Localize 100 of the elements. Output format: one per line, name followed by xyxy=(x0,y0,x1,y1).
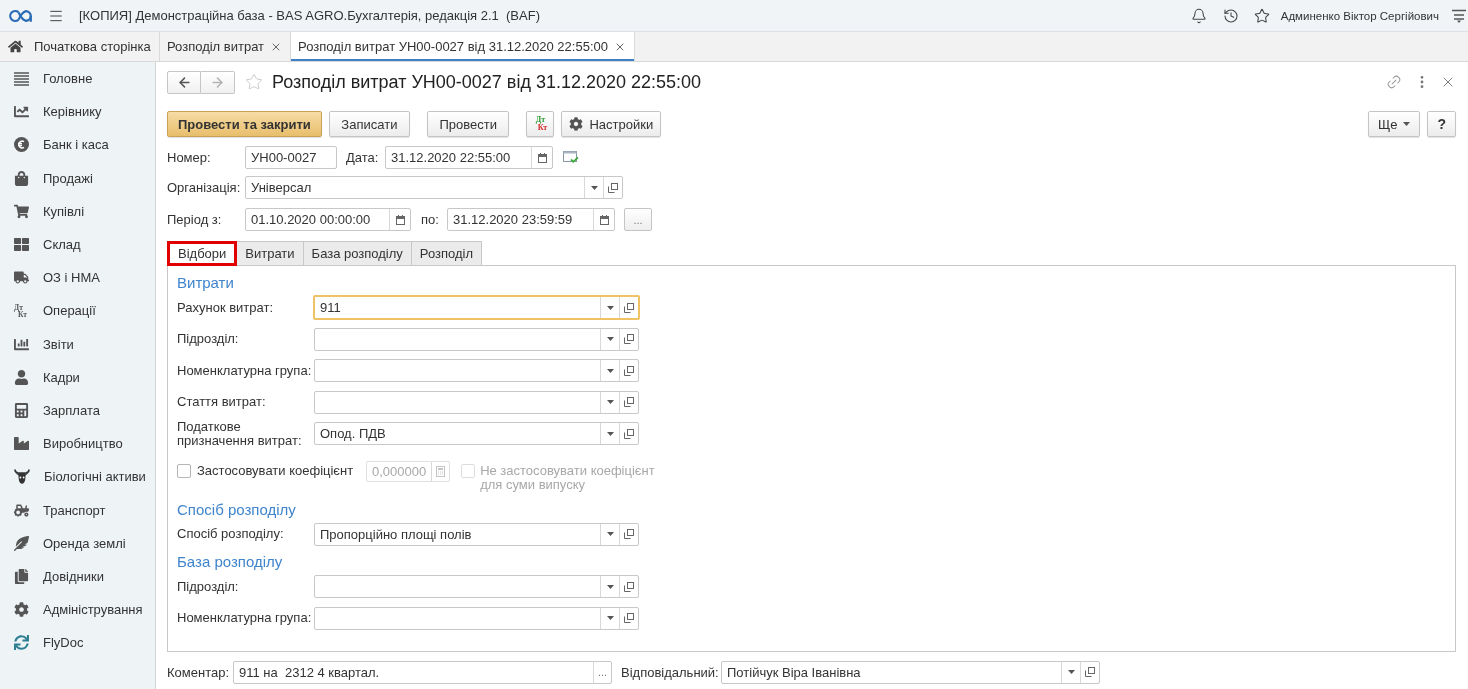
gear-icon xyxy=(14,602,29,618)
field-label: Період з: xyxy=(167,212,223,227)
document-title: Розподіл витрат УН00-0027 від 31.12.2020 22:55:00 xyxy=(272,71,702,93)
tab[interactable]: Розподіл витрат УН00-0027 від 31.12.2020 22:55:00 xyxy=(291,32,635,61)
person-icon xyxy=(14,369,29,385)
select-field[interactable] xyxy=(314,390,639,414)
sidebar-item[interactable]: ОЗ і НМА xyxy=(0,261,155,295)
overlapping-squares-icon xyxy=(624,581,634,592)
sidebar-item[interactable]: Склад xyxy=(0,227,155,262)
select-field[interactable]: Опод. ПДВ xyxy=(314,422,639,445)
user-name[interactable]: Админенко Віктор Сергійович xyxy=(1280,9,1439,22)
field-label: по: xyxy=(421,212,440,227)
ellipsis-button[interactable]: ... xyxy=(593,661,611,683)
field-label: Підрозділ: xyxy=(177,332,240,346)
caret-down-icon xyxy=(606,431,614,436)
trend-line-icon xyxy=(14,104,29,120)
form-tab[interactable]: Відбори xyxy=(167,241,238,266)
number-field: 0,000000 xyxy=(366,461,451,482)
sidebar-item[interactable]: Виробництво xyxy=(0,427,155,461)
date-field[interactable]: 31.12.2020 22:55:00 xyxy=(385,146,553,169)
toolbar-button[interactable]: Записати xyxy=(328,111,410,137)
postings-button[interactable]: Дт Кт xyxy=(526,111,555,137)
sidebar-item[interactable]: Оренда землі xyxy=(0,526,155,560)
shopping-bag-icon xyxy=(14,170,29,186)
sidebar-item[interactable]: Кадри xyxy=(0,360,155,394)
overlapping-squares-icon xyxy=(624,428,634,439)
home-icon xyxy=(8,39,23,54)
input-field[interactable]: УН00-0027 xyxy=(245,146,337,169)
factory-icon xyxy=(14,436,29,452)
cow-head-icon xyxy=(14,469,30,485)
help-button[interactable]: ? xyxy=(1427,111,1456,137)
field-label: Відповідальний: xyxy=(621,664,720,680)
sidebar-item[interactable]: Банк і каса xyxy=(0,128,155,162)
field-label: Коментар: xyxy=(167,664,231,680)
star-icon[interactable] xyxy=(1253,7,1270,24)
debit-credit-icon: Дт Кт xyxy=(533,116,548,132)
filter-icon[interactable] xyxy=(1452,8,1466,23)
sidebar-item[interactable]: Головне xyxy=(0,62,155,96)
history-icon[interactable] xyxy=(1222,7,1239,24)
date-field[interactable]: 01.10.2020 00:00:00 xyxy=(245,208,411,231)
sync-arrows-icon xyxy=(14,635,29,651)
app-title: [КОПИЯ] Демонстраційна база - BAS AGRO.Бухгалтерія, редакція 2.1 (BAF) xyxy=(79,8,540,23)
sidebar-item[interactable]: Керівнику xyxy=(0,95,155,129)
section-heading: Спосіб розподілу xyxy=(177,500,296,519)
select-field[interactable]: Пропорційно площі полів xyxy=(314,522,639,546)
overlapping-squares-icon xyxy=(1085,667,1095,677)
calculator-icon xyxy=(436,466,446,477)
more-button[interactable]: Ще xyxy=(1368,111,1421,137)
section-heading: Витрати xyxy=(177,274,234,292)
select-field[interactable] xyxy=(314,575,639,598)
section-heading: База розподілу xyxy=(177,553,283,571)
bell-icon[interactable] xyxy=(1190,7,1207,24)
overlapping-squares-icon xyxy=(624,302,634,313)
field-label: Номенклатурна група: xyxy=(177,363,313,378)
post-and-close-button[interactable]: Провести та закрити xyxy=(167,111,322,137)
caret-down-icon xyxy=(606,337,614,341)
select-field[interactable]: Потійчук Віра Іванівна xyxy=(721,660,1100,684)
caret-down-icon xyxy=(606,616,614,620)
sidebar-item[interactable]: Купівлі xyxy=(0,194,155,228)
sidebar-item[interactable]: Звіти xyxy=(0,327,155,361)
settings-button[interactable]: Настройки xyxy=(561,111,662,137)
sidebar-item[interactable]: Адміністрування xyxy=(0,593,155,627)
window-check-icon[interactable] xyxy=(563,151,579,164)
select-field[interactable] xyxy=(314,327,639,351)
form-tab[interactable]: Витрати xyxy=(237,241,304,266)
form-tab[interactable]: Розподіл xyxy=(411,241,483,266)
calendar-icon xyxy=(395,214,405,225)
comment-field[interactable]: 911 на 2312 4 квартал. ... xyxy=(233,660,612,684)
overlapping-squares-icon xyxy=(624,397,634,407)
caret-down-icon xyxy=(1403,122,1411,126)
field-label: Організація: xyxy=(167,180,242,195)
ellipsis-button[interactable]: ... xyxy=(624,208,652,231)
logo-icon[interactable] xyxy=(8,8,34,23)
overlapping-squares-icon xyxy=(608,182,618,193)
select-field[interactable]: Універсал xyxy=(245,176,623,199)
caret-down-icon xyxy=(606,368,614,373)
select-field[interactable] xyxy=(314,359,639,382)
field-label: Податкове призначення витрат: xyxy=(177,419,303,448)
sidebar-item[interactable]: Продажі xyxy=(0,161,155,195)
field-label: Номенклатурна група: xyxy=(177,611,313,625)
caret-down-icon xyxy=(590,185,598,190)
caret-down-icon xyxy=(1067,670,1075,674)
sidebar-item[interactable]: Транспорт xyxy=(0,493,155,527)
shopping-cart-icon xyxy=(14,203,29,219)
form-tab[interactable]: База розподілу xyxy=(303,241,412,266)
list-lines-icon xyxy=(14,71,29,86)
sidebar-item[interactable]: Зарплата xyxy=(0,393,155,428)
select-field[interactable] xyxy=(314,606,639,630)
grid-icon xyxy=(14,237,29,253)
back-button[interactable] xyxy=(167,70,201,94)
tab[interactable]: Початкова сторінка xyxy=(0,32,160,61)
select-field[interactable]: 911 xyxy=(313,295,640,320)
sidebar-item[interactable]: Біологічні активи xyxy=(0,460,155,494)
field-label: Дата: xyxy=(346,150,380,165)
overlapping-squares-icon xyxy=(624,365,634,376)
sidebar-item[interactable]: FlyDoc xyxy=(0,626,155,660)
toolbar-button[interactable]: Провести xyxy=(426,111,510,137)
overlapping-squares-icon xyxy=(624,613,634,623)
date-field[interactable]: 31.12.2020 23:59:59 xyxy=(447,208,615,231)
sidebar-item[interactable]: Довідники xyxy=(0,559,155,593)
